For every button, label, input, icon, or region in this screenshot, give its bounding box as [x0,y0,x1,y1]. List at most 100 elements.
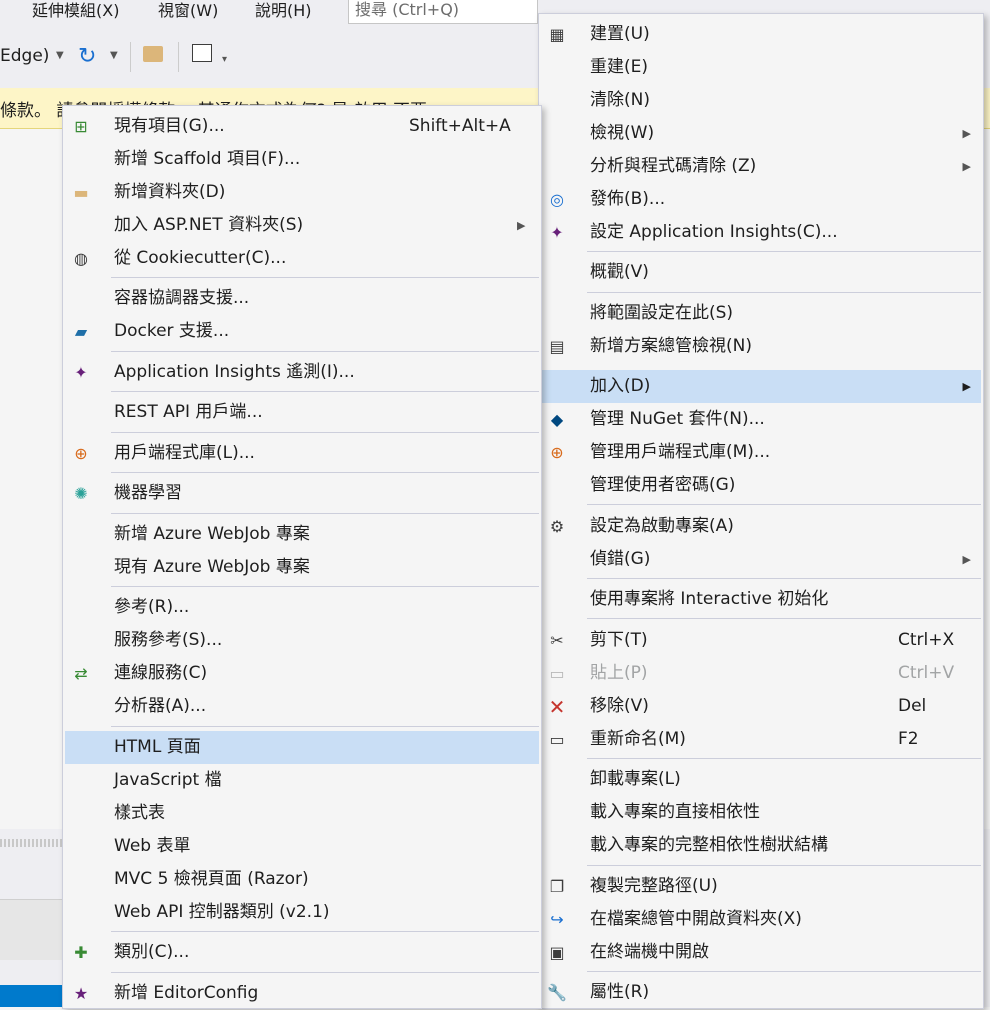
menu-item-analyzer[interactable]: 分析器(A)... [65,690,539,723]
separator [587,865,981,866]
menu-item-analyze[interactable]: 分析與程式碼清除 (Z) ▶ [541,150,981,183]
menu-item-editorconfig[interactable]: ★ 新增 EditorConfig [65,977,539,1010]
menu-item-clean[interactable]: 清除(N) [541,84,981,117]
add-existing-icon: ⊞ [74,117,88,136]
menu-item-load-direct[interactable]: 載入專案的直接相依性 [541,796,981,829]
menu-item-reference[interactable]: 參考(R)... [65,591,539,624]
menu-item-cookiecutter[interactable]: ◍ 從 Cookiecutter(C)... [65,242,539,275]
menu-item-nuget[interactable]: ◆ 管理 NuGet 套件(N)... [541,403,981,436]
menu-item-rest-api[interactable]: REST API 用戶端... [65,396,539,429]
solution-view-icon: ▤ [549,337,565,356]
nuget-icon: ◆ [550,410,564,429]
menu-item-orchestrator[interactable]: 容器協調器支援... [65,282,539,315]
menu-item-open-terminal[interactable]: ▣ 在終端機中開啟 [541,936,981,969]
menu-item-new-folder[interactable]: ▬ 新增資料夾(D) [65,176,539,209]
separator [587,578,981,579]
menu-item-app-insights-telemetry[interactable]: ✦ Application Insights 遙測(I)... [65,356,539,389]
separator [587,504,981,505]
menu-item-stylesheet[interactable]: 樣式表 [65,797,539,830]
menu-item-connected-service[interactable]: ⇄ 連線服務(C) [65,657,539,690]
menu-item-add[interactable]: 加入(D) ▶ [541,370,981,403]
menu-item-rebuild[interactable]: 重建(E) [541,51,981,84]
menu-item-remove[interactable]: ✕ 移除(V) Del [541,690,981,723]
menu-item-new-scaffold[interactable]: 新增 Scaffold 項目(F)... [65,143,539,176]
chevron-right-icon: ▶ [962,127,971,140]
menu-item-client-lib[interactable]: ⊕ 用戶端程式庫(L)... [65,437,539,470]
menu-item-app-insights[interactable]: ✦ 設定 Application Insights(C)... [541,216,981,249]
home-icon[interactable] [192,44,212,62]
splitter[interactable] [0,839,62,847]
refresh-icon[interactable]: ↻ [78,44,96,69]
menu-item-web-form[interactable]: Web 表單 [65,830,539,863]
menu-item-service-ref[interactable]: 服務參考(S)... [65,624,539,657]
menu-item-existing-webjob[interactable]: 現有 Azure WebJob 專案 [65,551,539,584]
clipboard-icon: ▭ [549,664,565,683]
open-folder-arrow-icon: ↪ [550,910,564,929]
menu-item-rename[interactable]: ▭ 重新命名(M) F2 [541,723,981,756]
menu-item-class[interactable]: ✚ 類別(C)... [65,936,539,969]
menu-item-html-page[interactable]: HTML 頁面 [65,731,539,764]
menu-item-unload[interactable]: 卸載專案(L) [541,763,981,796]
separator [111,726,539,727]
separator [111,931,539,932]
gear-icon: ⚙ [549,517,565,536]
menu-item-publish[interactable]: ◎ 發佈(B)... [541,183,981,216]
menu-item-new-solution-view[interactable]: ▤ 新增方案總管檢視(N) [541,330,981,363]
menu-extensions[interactable]: 延伸模組(X) [32,0,119,22]
chevron-down-icon[interactable]: ▼ [110,50,118,61]
menu-item-scope[interactable]: 將範圍設定在此(S) [541,297,981,330]
rename-icon: ▭ [549,730,565,749]
menu-item-existing-item[interactable]: ⊞ 現有項目(G)... Shift+Alt+A [65,110,539,143]
status-bar [0,985,62,1007]
search-input[interactable]: 搜尋 (Ctrl+Q) [348,0,538,24]
terminal-icon: ▣ [549,943,565,962]
menu-item-open-folder[interactable]: ↪ 在檔案總管中開啟資料夾(X) [541,903,981,936]
separator [111,513,539,514]
menu-item-js-file[interactable]: JavaScript 檔 [65,764,539,797]
new-folder-icon: ▬ [73,183,89,202]
menu-item-asp-folder[interactable]: 加入 ASP.NET 資料夾(S) ▶ [65,209,539,242]
client-library-icon: ⊕ [74,444,88,463]
class-icon: ✚ [74,943,88,962]
separator [587,971,981,972]
menu-item-mvc-view[interactable]: MVC 5 檢視頁面 (Razor) [65,863,539,896]
menu-help[interactable]: 說明(H) [255,0,312,22]
menu-item-copy-path[interactable]: ❐ 複製完整路徑(U) [541,870,981,903]
chevron-down-icon[interactable]: ▼ [56,50,64,61]
cookie-icon: ◍ [74,249,88,268]
menu-item-properties[interactable]: 🔧 屬性(R) [541,976,981,1009]
menu-item-overview[interactable]: 概觀(V) [541,256,981,289]
client-library-icon: ⊕ [550,443,564,462]
menu-item-client-libs[interactable]: ⊕ 管理用戶端程式庫(M)... [541,436,981,469]
overflow-icon[interactable]: ▾ [222,54,227,65]
menu-item-paste[interactable]: ▭ 貼上(P) Ctrl+V [541,657,981,690]
menu-window[interactable]: 視窗(W) [158,0,218,22]
menu-item-debug[interactable]: 偵錯(G) ▶ [541,543,981,576]
menu-item-webapi-controller[interactable]: Web API 控制器類別 (v2.1) [65,896,539,929]
globe-icon: ◎ [550,190,564,209]
menu-item-new-webjob[interactable]: 新增 Azure WebJob 專案 [65,518,539,551]
docker-icon: ▰ [74,322,88,341]
menu-item-interactive[interactable]: 使用專案將 Interactive 初始化 [541,583,981,616]
chevron-right-icon: ▶ [962,160,971,173]
chevron-right-icon: ▶ [962,380,971,393]
connected-service-icon: ⇄ [74,664,88,683]
separator [111,472,539,473]
menu-item-build[interactable]: ▦ 建置(U) [541,18,981,51]
project-context-menu: ▦ 建置(U) 重建(E) 清除(N) 檢視(W) ▶ 分析與程式碼清除 (Z)… [538,13,984,1009]
copy-icon: ❐ [549,877,565,896]
build-icon: ▦ [549,25,565,44]
scissors-icon: ✂ [550,631,564,650]
menu-item-load-full[interactable]: 載入專案的完整相依性樹狀結構 [541,829,981,862]
toolbar-divider [130,42,131,72]
menu-item-user-secrets[interactable]: 管理使用者密碼(G) [541,469,981,502]
menu-item-view[interactable]: 檢視(W) ▶ [541,117,981,150]
chevron-right-icon: ▶ [517,219,526,232]
folder-search-icon[interactable] [143,46,163,62]
menu-item-set-startup[interactable]: ⚙ 設定為啟動專案(A) [541,510,981,543]
menu-item-cut[interactable]: ✂ 剪下(T) Ctrl+X [541,624,981,657]
menu-item-docker[interactable]: ▰ Docker 支援... [65,315,539,348]
separator [111,432,539,433]
menu-item-ml[interactable]: ✺ 機器學習 [65,477,539,510]
browser-target-label[interactable]: Edge) [0,46,49,66]
